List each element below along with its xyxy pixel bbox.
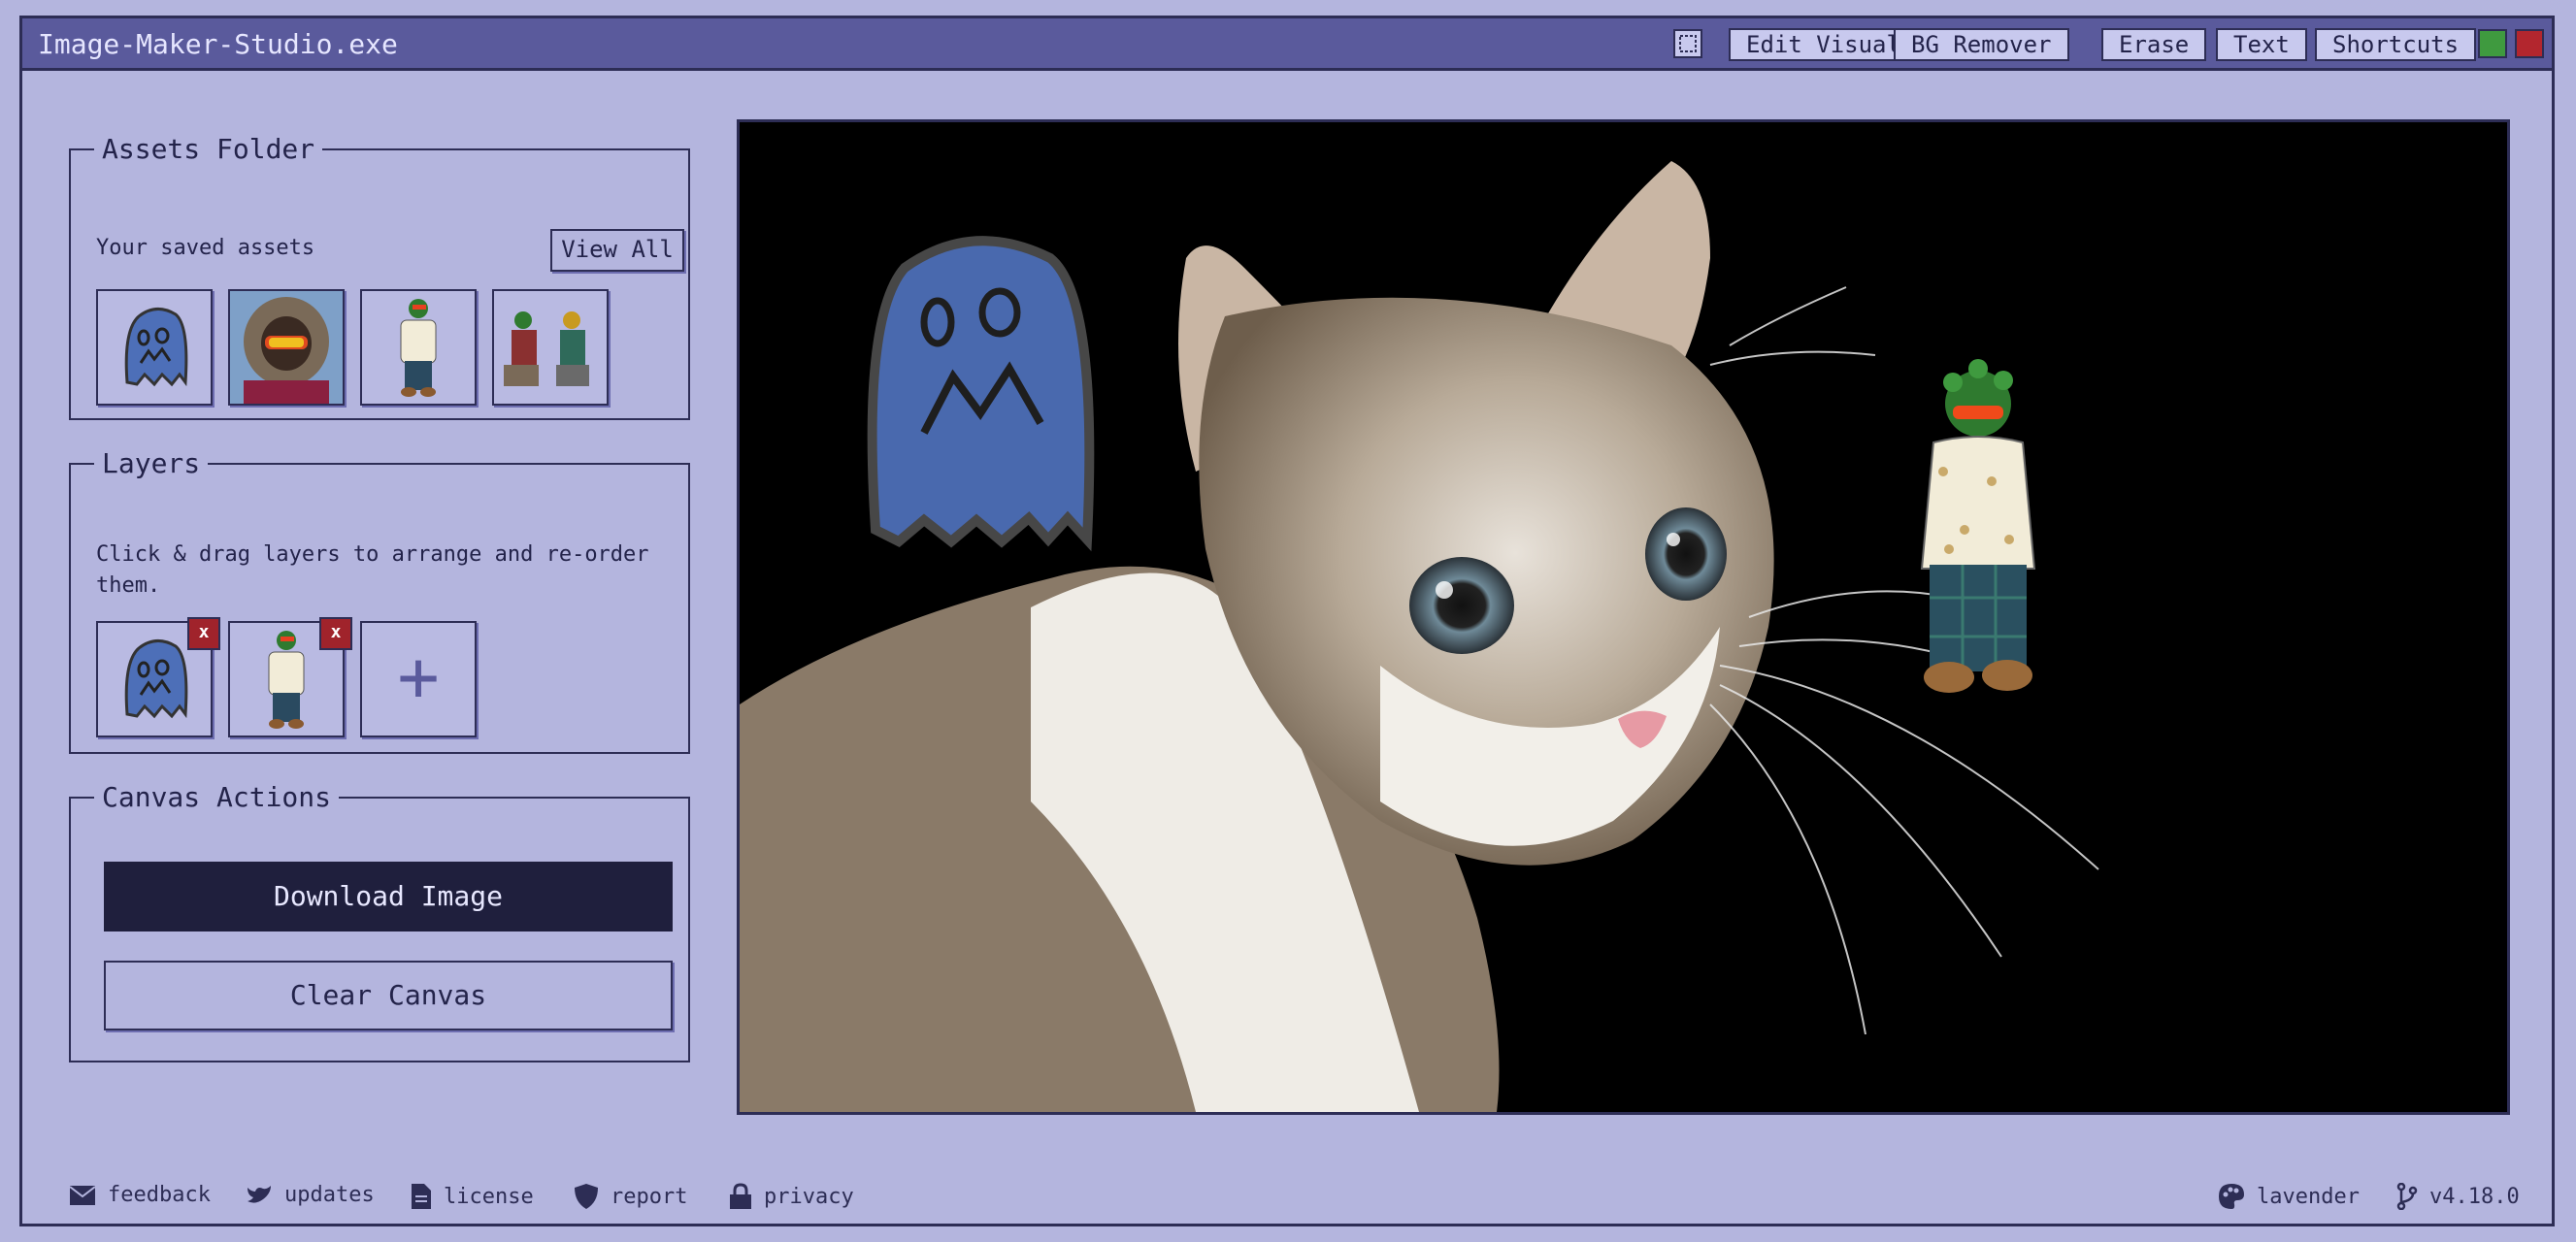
branch-icon: [2396, 1183, 2418, 1210]
footer-report-link[interactable]: report: [574, 1183, 687, 1210]
clear-canvas-button[interactable]: Clear Canvas: [104, 961, 673, 1030]
lock-icon: [730, 1183, 751, 1209]
layers-legend: Layers: [102, 447, 201, 479]
footer-license-link[interactable]: license: [411, 1183, 534, 1210]
delete-layer-ghost-button[interactable]: x: [187, 617, 220, 650]
footer-report-label: report: [611, 1184, 688, 1209]
shield-icon: [575, 1184, 598, 1209]
title-bar: Image-Maker-Studio.exe Edit Visuals BG R…: [22, 18, 2552, 71]
theme-label: lavender: [2257, 1184, 2360, 1209]
download-image-button[interactable]: Download Image: [104, 862, 673, 932]
canvas-actions-legend: Canvas Actions: [102, 781, 332, 813]
ghost-layer[interactable]: [867, 236, 1095, 552]
asset-thumb-ghost[interactable]: [96, 289, 213, 406]
close-button[interactable]: [2515, 29, 2544, 58]
delete-layer-green-character-button[interactable]: x: [319, 617, 352, 650]
add-layer-button[interactable]: +: [360, 621, 477, 737]
canvas-actions-panel: Canvas Actions Download Image Clear Canv…: [69, 781, 690, 1062]
select-marquee-icon[interactable]: [1673, 29, 1702, 58]
assets-folder-legend: Assets Folder: [102, 133, 315, 165]
app-window: Image-Maker-Studio.exe Edit Visuals BG R…: [19, 16, 2555, 1226]
text-button[interactable]: Text: [2216, 28, 2307, 61]
erase-button[interactable]: Erase: [2101, 28, 2207, 61]
view-all-button[interactable]: View All: [550, 229, 684, 272]
version-link[interactable]: v4.18.0: [2396, 1183, 2520, 1210]
footer-updates-label: updates: [284, 1183, 375, 1207]
bird-icon: [248, 1185, 271, 1203]
footer-license-label: license: [444, 1184, 534, 1209]
bg-remover-button[interactable]: BG Remover: [1894, 28, 2069, 61]
layers-help-text: Click & drag layers to arrange and re-or…: [96, 542, 649, 598]
footer-feedback-label: feedback: [108, 1183, 211, 1207]
theme-selector[interactable]: lavender: [2218, 1183, 2360, 1210]
maximize-button[interactable]: [2478, 29, 2507, 58]
layers-panel: Layers Click & drag layers to arrange an…: [69, 447, 690, 754]
image-canvas[interactable]: [737, 119, 2510, 1115]
document-icon: [412, 1184, 431, 1209]
footer-feedback-link[interactable]: feedback: [69, 1183, 211, 1207]
footer-privacy-label: privacy: [764, 1184, 854, 1209]
saved-assets-label: Your saved assets: [96, 236, 315, 260]
assets-folder-panel: Assets Folder Your saved assets View All: [69, 133, 690, 420]
window-title: Image-Maker-Studio.exe: [38, 28, 398, 60]
asset-thumb-two-characters[interactable]: [492, 289, 609, 406]
asset-thumb-green-character[interactable]: [360, 289, 477, 406]
palette-icon: [2219, 1184, 2244, 1209]
asset-thumb-parka-person[interactable]: [228, 289, 345, 406]
mail-icon: [69, 1185, 96, 1205]
footer-privacy-link[interactable]: privacy: [729, 1183, 854, 1210]
canvas-artwork: [740, 122, 2507, 1112]
footer-updates-link[interactable]: updates: [246, 1183, 375, 1207]
version-label: v4.18.0: [2429, 1184, 2520, 1209]
shortcuts-button[interactable]: Shortcuts: [2315, 28, 2477, 61]
